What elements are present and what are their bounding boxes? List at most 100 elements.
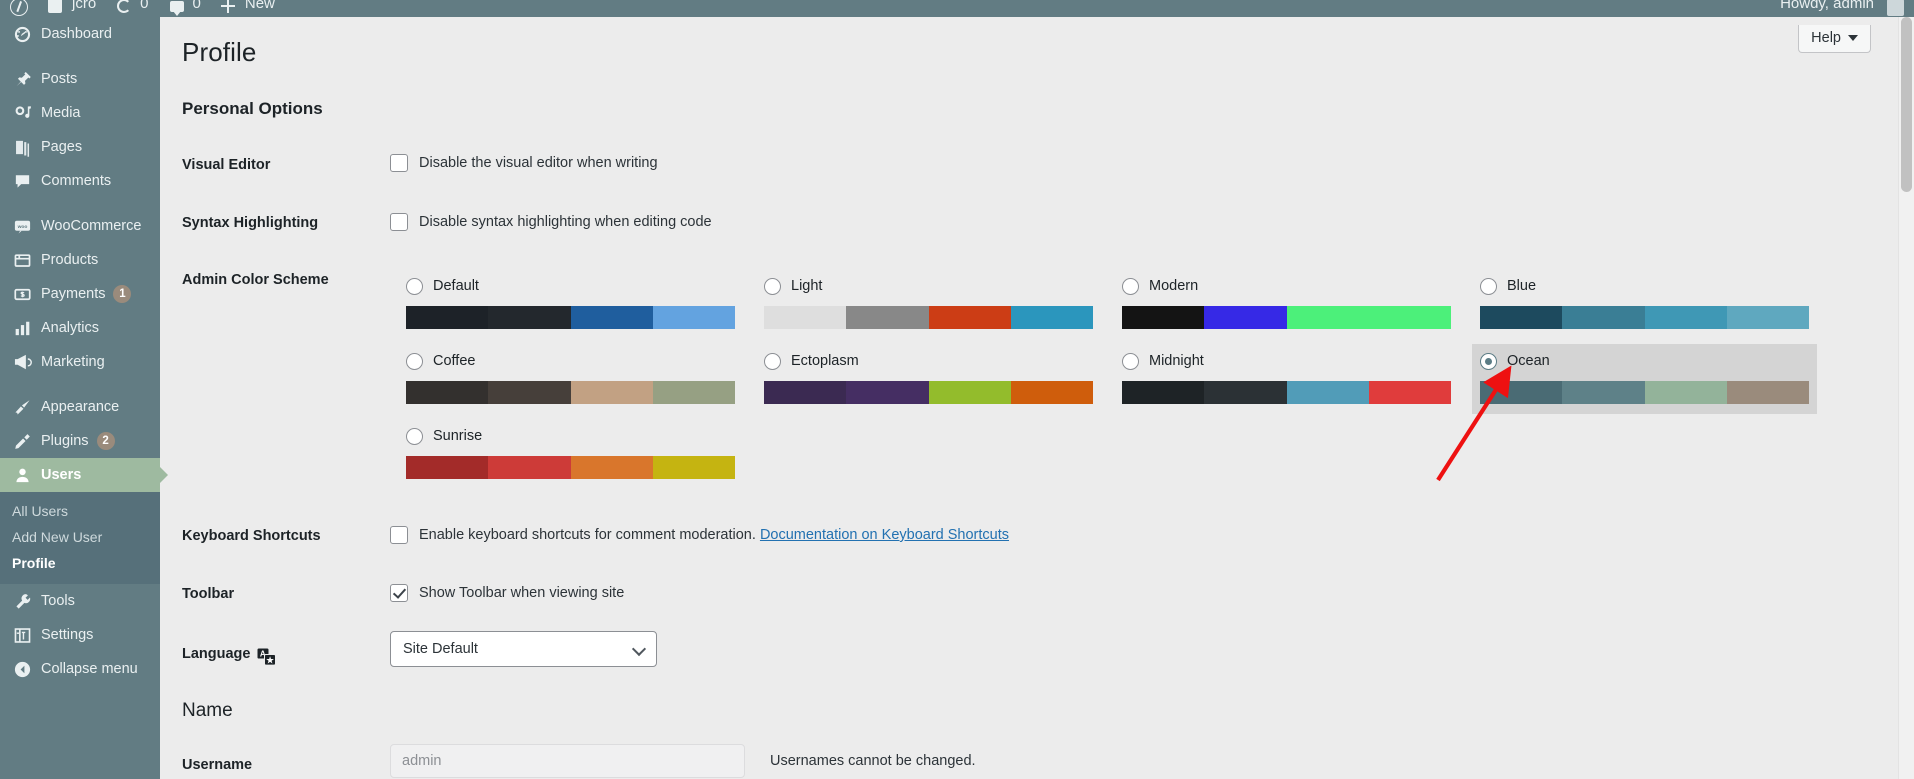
syntax-highlighting-checkbox-label: Disable syntax highlighting when editing… xyxy=(419,214,712,230)
syntax-highlighting-checkbox-row[interactable]: Disable syntax highlighting when editing… xyxy=(390,213,712,231)
plugins-icon xyxy=(12,431,32,451)
label-username: Username xyxy=(182,757,253,773)
sidebar-badge-payments: 1 xyxy=(113,285,132,303)
color-swatch-2 xyxy=(846,381,929,404)
sidebar-item-collapse-menu[interactable]: Collapse menu xyxy=(0,652,160,686)
color-swatch-3 xyxy=(570,381,653,404)
color-scheme-option-midnight[interactable]: Midnight xyxy=(1114,344,1459,414)
color-swatch-1 xyxy=(764,381,847,404)
color-swatch-1 xyxy=(406,381,489,404)
page-scrollbar[interactable] xyxy=(1898,17,1914,779)
sidebar-item-payments[interactable]: Payments 1 xyxy=(0,277,160,311)
color-scheme-option-sunrise[interactable]: Sunrise xyxy=(398,419,743,489)
color-swatch-3 xyxy=(570,306,653,329)
sidebar-item-label: Appearance xyxy=(41,399,120,415)
color-scheme-label: Light xyxy=(791,278,823,294)
color-scheme-label: Sunrise xyxy=(433,428,483,444)
admin-bar-my-account[interactable]: Howdy, admin xyxy=(1770,0,1914,17)
keyboard-shortcuts-checkbox[interactable] xyxy=(390,526,408,544)
color-swatch-2 xyxy=(488,306,571,329)
color-scheme-radio-modern[interactable] xyxy=(1122,277,1139,295)
color-scheme-radio-sunrise[interactable] xyxy=(406,427,423,445)
label-keyboard-shortcuts: Keyboard Shortcuts xyxy=(182,528,321,544)
admin-bar-new-content[interactable]: New xyxy=(211,0,285,17)
megaphone-icon xyxy=(12,352,32,372)
color-scheme-radio-ectoplasm[interactable] xyxy=(764,352,781,370)
color-swatch-3 xyxy=(1286,381,1369,404)
username-note: Usernames cannot be changed. xyxy=(770,753,976,769)
sidebar-subitem-add-new-user[interactable]: Add New User xyxy=(0,524,160,550)
sidebar-subitem-all-users[interactable]: All Users xyxy=(0,498,160,524)
username-input-value: admin xyxy=(402,753,442,769)
sidebar-item-pages[interactable]: Pages xyxy=(0,130,160,164)
tools-icon xyxy=(12,591,32,611)
color-swatch-4 xyxy=(1368,306,1451,329)
color-swatch-4 xyxy=(652,306,735,329)
color-scheme-radio-light[interactable] xyxy=(764,277,781,295)
admin-bar-updates[interactable]: 0 xyxy=(106,0,158,17)
toolbar-checkbox-row[interactable]: Show Toolbar when viewing site xyxy=(390,584,624,602)
sidebar-item-media[interactable]: Media xyxy=(0,96,160,130)
color-scheme-radio-default[interactable] xyxy=(406,277,423,295)
sidebar-item-appearance[interactable]: Appearance xyxy=(0,390,160,424)
visual-editor-checkbox-row[interactable]: Disable the visual editor when writing xyxy=(390,154,658,172)
color-swatch-4 xyxy=(1010,381,1093,404)
color-scheme-radio-coffee[interactable] xyxy=(406,352,423,370)
sidebar-item-analytics[interactable]: Analytics xyxy=(0,311,160,345)
sidebar-item-label: WooCommerce xyxy=(41,218,142,234)
sidebar-item-posts[interactable]: Posts xyxy=(0,62,160,96)
help-button[interactable]: Help xyxy=(1798,25,1871,53)
sidebar-item-label: Posts xyxy=(41,71,78,87)
color-swatch-1 xyxy=(1480,381,1563,404)
admin-bar-comments-count: 0 xyxy=(192,0,201,12)
sidebar-item-users[interactable]: Users xyxy=(0,458,160,492)
sidebar-item-woocommerce[interactable]: woo WooCommerce xyxy=(0,209,160,243)
color-scheme-option-coffee[interactable]: Coffee xyxy=(398,344,743,414)
sidebar-item-settings[interactable]: Settings xyxy=(0,618,160,652)
color-swatch-2 xyxy=(488,456,571,479)
admin-bar-site-name[interactable]: jcro xyxy=(38,0,106,17)
syntax-highlighting-checkbox[interactable] xyxy=(390,213,408,231)
admin-bar-wp-logo[interactable] xyxy=(0,0,38,17)
label-visual-editor: Visual Editor xyxy=(182,157,271,173)
field-toolbar: Show Toolbar when viewing site xyxy=(390,584,624,602)
sidebar-item-marketing[interactable]: Marketing xyxy=(0,345,160,379)
main-content: Help Profile Personal Options Visual Edi… xyxy=(160,17,1906,779)
woocommerce-icon: woo xyxy=(12,216,32,236)
sidebar-item-comments[interactable]: Comments xyxy=(0,164,160,198)
sidebar-subitem-profile[interactable]: Profile xyxy=(0,550,160,576)
scrollbar-thumb[interactable] xyxy=(1901,17,1912,192)
color-scheme-swatches-light xyxy=(764,306,1093,329)
sidebar-item-dashboard[interactable]: Dashboard xyxy=(0,17,160,51)
toolbar-checkbox[interactable] xyxy=(390,584,408,602)
color-swatch-4 xyxy=(1010,306,1093,329)
visual-editor-checkbox[interactable] xyxy=(390,154,408,172)
color-scheme-radio-midnight[interactable] xyxy=(1122,352,1139,370)
admin-bar-comments[interactable]: 0 xyxy=(159,0,211,17)
color-scheme-label: Modern xyxy=(1149,278,1199,294)
avatar xyxy=(1887,0,1904,16)
sidebar-item-label: Settings xyxy=(41,627,94,643)
color-scheme-option-default[interactable]: Default xyxy=(398,269,743,339)
color-scheme-radio-ocean[interactable] xyxy=(1480,352,1497,370)
sidebar-subitem-label: Profile xyxy=(12,555,56,571)
color-scheme-swatches-midnight xyxy=(1122,381,1451,404)
site-icon xyxy=(48,0,66,16)
color-scheme-option-light[interactable]: Light xyxy=(756,269,1101,339)
keyboard-shortcuts-doc-link[interactable]: Documentation on Keyboard Shortcuts xyxy=(760,527,1009,543)
sidebar-item-plugins[interactable]: Plugins 2 xyxy=(0,424,160,458)
sidebar-item-products[interactable]: Products xyxy=(0,243,160,277)
color-scheme-label: Blue xyxy=(1507,278,1537,294)
color-scheme-swatches-sunrise xyxy=(406,456,735,479)
color-scheme-option-blue[interactable]: Blue xyxy=(1472,269,1817,339)
payments-icon xyxy=(12,284,32,304)
keyboard-shortcuts-checkbox-row[interactable]: Enable keyboard shortcuts for comment mo… xyxy=(390,526,1009,544)
sidebar-item-tools[interactable]: Tools xyxy=(0,584,160,618)
color-scheme-option-ocean[interactable]: Ocean xyxy=(1472,344,1817,414)
color-scheme-option-ectoplasm[interactable]: Ectoplasm xyxy=(756,344,1101,414)
color-scheme-option-modern[interactable]: Modern xyxy=(1114,269,1459,339)
language-select[interactable]: Site Default xyxy=(390,631,657,667)
label-toolbar: Toolbar xyxy=(182,586,235,602)
sidebar-submenu-users: All Users Add New User Profile xyxy=(0,492,160,584)
color-scheme-radio-blue[interactable] xyxy=(1480,277,1497,295)
